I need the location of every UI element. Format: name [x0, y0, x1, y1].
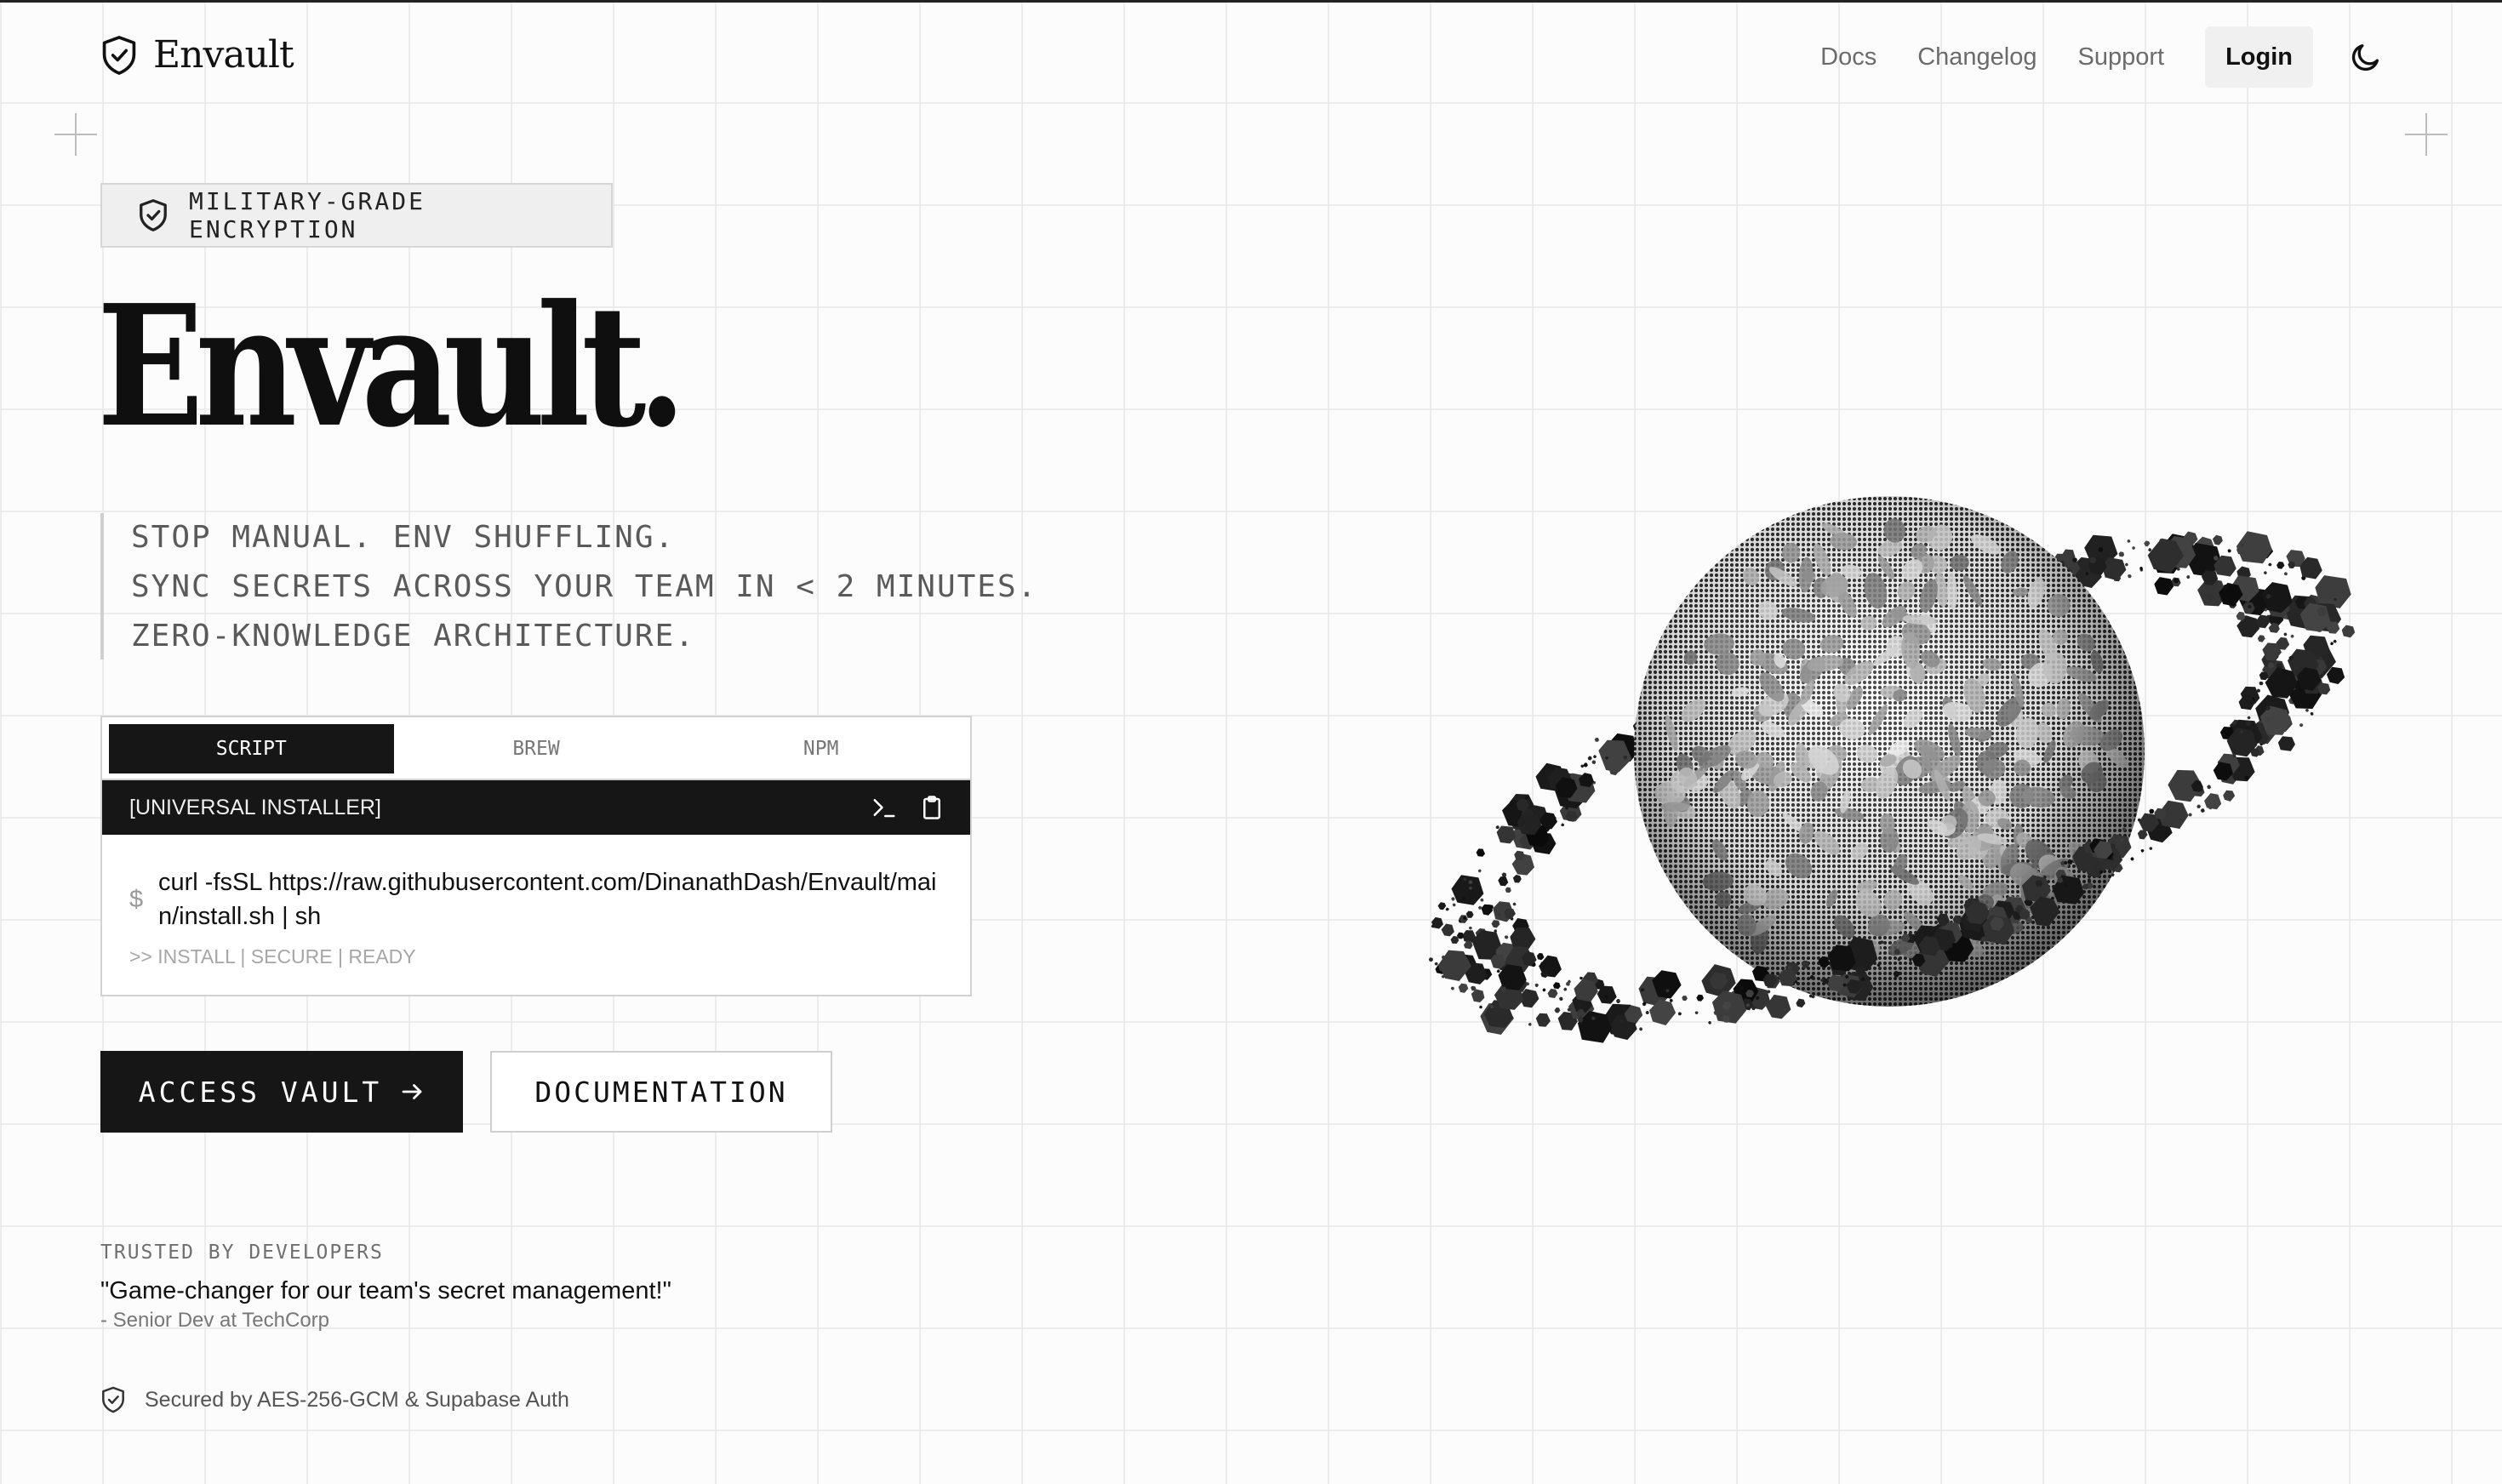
nav-link-docs[interactable]: Docs: [1820, 43, 1876, 71]
clipboard-icon[interactable]: [919, 795, 945, 820]
security-note-text: Secured by AES-256-GCM & Supabase Auth: [145, 1387, 569, 1412]
tab-script[interactable]: SCRIPT: [109, 724, 394, 773]
login-button[interactable]: Login: [2205, 26, 2313, 88]
theme-toggle-button[interactable]: [2340, 31, 2391, 83]
terminal-icon[interactable]: [871, 795, 897, 820]
tab-brew[interactable]: BREW: [394, 724, 679, 773]
encryption-badge: MILITARY-GRADE ENCRYPTION: [100, 183, 613, 248]
nav-link-support[interactable]: Support: [2078, 43, 2165, 71]
shield-check-icon: [140, 199, 167, 231]
tagline-line: ZERO-KNOWLEDGE ARCHITECTURE.: [131, 619, 695, 654]
planet-sphere: [1634, 496, 2145, 1007]
testimonial: TRUSTED BY DEVELOPERS "Game-changer for …: [100, 1241, 671, 1333]
brand-name: Envault: [153, 33, 294, 77]
hero-tagline: STOP MANUAL. ENV SHUFFLING. SYNC SECRETS…: [100, 513, 1037, 659]
documentation-button[interactable]: DOCUMENTATION: [490, 1051, 832, 1133]
tagline-line: STOP MANUAL. ENV SHUFFLING.: [131, 520, 676, 555]
corner-plus-marker: [2405, 113, 2448, 156]
install-command[interactable]: curl -fsSL https://raw.githubusercontent…: [158, 865, 941, 933]
testimonial-author: - Senior Dev at TechCorp: [100, 1309, 330, 1332]
hero-title: Envault.: [97, 269, 687, 465]
terminal-header: [UNIVERSAL INSTALLER]: [102, 780, 970, 835]
terminal-actions: [871, 795, 945, 820]
access-vault-button[interactable]: ACCESS VAULT: [100, 1051, 463, 1133]
installer-panel: SCRIPT BREW NPM [UNIVERSAL INSTALLER] $ …: [100, 716, 972, 996]
moon-icon: [2351, 44, 2379, 71]
shield-check-icon: [102, 1386, 124, 1413]
badge-label: MILITARY-GRADE ENCRYPTION: [188, 187, 426, 243]
trusted-label: TRUSTED BY DEVELOPERS: [100, 1241, 384, 1264]
planet-illustration: [1428, 496, 2356, 1043]
shield-check-icon: [102, 35, 136, 75]
install-hint: >> INSTALL | SECURE | READY: [129, 945, 416, 967]
terminal-title: [UNIVERSAL INSTALLER]: [129, 795, 381, 819]
tagline-line: SYNC SECRETS ACROSS YOUR TEAM IN < 2 MIN…: [131, 569, 1038, 604]
installer-tabs: SCRIPT BREW NPM: [102, 717, 970, 780]
testimonial-quote: "Game-changer for our team's secret mana…: [100, 1277, 671, 1304]
prompt-symbol: $: [129, 886, 144, 913]
nav-link-changelog[interactable]: Changelog: [1917, 43, 2036, 71]
security-note: Secured by AES-256-GCM & Supabase Auth: [100, 1386, 569, 1413]
top-navigation: Envault Docs Changelog Support Login: [0, 3, 2502, 108]
nav-links: Docs Changelog Support Login: [1820, 26, 2391, 88]
tab-npm[interactable]: NPM: [678, 724, 963, 773]
corner-plus-marker: [54, 113, 97, 156]
terminal-body: $ curl -fsSL https://raw.githubuserconte…: [102, 835, 970, 968]
brand-logo[interactable]: Envault: [100, 33, 294, 77]
access-vault-label: ACCESS VAULT: [138, 1075, 383, 1109]
arrow-right-icon: [402, 1084, 422, 1099]
